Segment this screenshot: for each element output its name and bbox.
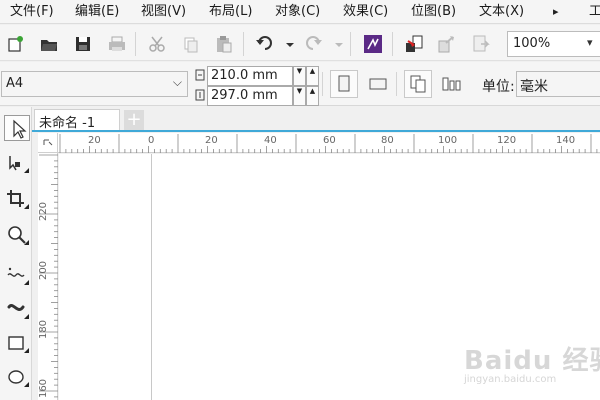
undo-dropdown-icon[interactable] <box>279 33 294 55</box>
toolbar-separator <box>350 32 351 56</box>
menu-layout[interactable]: 布局(L) <box>209 2 252 22</box>
ruler-label: 180 <box>38 319 50 340</box>
watermark-url: jingyan.baidu.com <box>464 374 557 385</box>
page-height-icon <box>195 89 205 101</box>
ruler-label: 100 <box>438 135 458 146</box>
chevron-down-icon[interactable]: ▾ <box>587 36 593 49</box>
propbar-separator <box>322 72 323 96</box>
rectangle-tool-icon[interactable] <box>4 331 30 357</box>
units-label: 单位: <box>482 79 515 95</box>
new-document-icon[interactable] <box>4 33 26 55</box>
menu-text[interactable]: 文本(X) <box>479 2 524 22</box>
toolbar-separator <box>243 32 244 56</box>
menu-bitmaps[interactable]: 位图(B) <box>411 2 456 22</box>
ruler-label: 140 <box>556 135 576 146</box>
menu-view[interactable]: 视图(V) <box>141 2 186 22</box>
export-icon[interactable] <box>436 33 458 55</box>
ruler-label: 20 <box>205 135 218 146</box>
current-page-button[interactable] <box>438 70 466 98</box>
toolbox <box>0 107 32 400</box>
crop-tool-icon[interactable] <box>4 187 30 213</box>
menu-edit[interactable]: 编辑(E) <box>75 2 119 22</box>
menu-effects[interactable]: 效果(C) <box>343 2 388 22</box>
paste-icon[interactable] <box>213 33 235 55</box>
propbar-separator <box>396 72 397 96</box>
menu-tools-partial[interactable]: 工 <box>589 2 600 22</box>
ruler-label: 120 <box>497 135 517 146</box>
menu-file[interactable]: 文件(F) <box>10 2 54 22</box>
watermark-text: Baidu 经验 <box>464 346 600 376</box>
units-value: 毫米 <box>520 79 548 95</box>
standard-toolbar: 100% ▾ <box>0 25 600 61</box>
cut-icon[interactable] <box>146 33 168 55</box>
all-pages-button[interactable] <box>404 70 432 98</box>
all-pages-icon <box>410 75 426 93</box>
shape-tool-icon[interactable] <box>4 151 30 177</box>
height-spin-up[interactable]: ▲ <box>306 86 319 106</box>
page-size-select[interactable]: A4 ⌵ <box>1 71 188 97</box>
landscape-icon <box>369 78 387 90</box>
open-folder-icon[interactable] <box>38 33 60 55</box>
ruler-label: 60 <box>323 135 336 146</box>
page-height-value: 297.0 mm <box>211 88 278 103</box>
zoom-level-select[interactable]: 100% ▾ <box>507 31 600 57</box>
property-bar: A4 ⌵ 210.0 mm ▼ ▲ 297.0 mm ▼ ▲ 单位: 毫米 <box>0 62 600 106</box>
undo-icon[interactable] <box>254 33 276 55</box>
redo-icon[interactable] <box>302 33 324 55</box>
menu-object[interactable]: 对象(C) <box>275 2 320 22</box>
units-select[interactable]: 毫米 <box>516 71 600 97</box>
chevron-down-icon[interactable]: ⌵ <box>173 75 182 90</box>
landscape-orientation-button[interactable] <box>364 70 392 98</box>
menu-bar: 文件(F) 编辑(E) 视图(V) 布局(L) 对象(C) 效果(C) 位图(B… <box>0 0 600 24</box>
zoom-tool-icon[interactable] <box>4 223 30 249</box>
horizontal-ruler[interactable]: 20 0 20 40 60 80 100 120 140 <box>38 133 600 153</box>
launch-app-icon[interactable] <box>362 33 384 55</box>
toolbar-separator <box>135 32 136 56</box>
print-icon[interactable] <box>106 33 128 55</box>
height-spin-down[interactable]: ▼ <box>293 86 306 106</box>
ruler-label: 160 <box>38 378 50 399</box>
page-width-value: 210.0 mm <box>211 68 278 83</box>
page-width-icon <box>195 69 205 81</box>
page-border <box>151 154 152 400</box>
ruler-label: 0 <box>148 135 155 146</box>
ruler-label: 40 <box>264 135 277 146</box>
width-spin-down[interactable]: ▼ <box>293 66 306 86</box>
portrait-orientation-button[interactable] <box>330 70 358 98</box>
coreldraw-window: 文件(F) 编辑(E) 视图(V) 布局(L) 对象(C) 效果(C) 位图(B… <box>0 0 600 400</box>
save-icon[interactable] <box>72 33 94 55</box>
publish-pdf-icon[interactable] <box>470 33 492 55</box>
add-document-icon[interactable]: + <box>124 110 144 130</box>
zoom-level-value: 100% <box>513 36 551 51</box>
ruler-label: 80 <box>381 135 394 146</box>
toolbar-separator <box>392 32 393 56</box>
document-tab-bar: 未命名 -1 + <box>32 107 600 131</box>
pick-tool-icon[interactable] <box>4 115 30 141</box>
width-spin-up[interactable]: ▲ <box>306 66 319 86</box>
current-page-icon <box>442 77 461 91</box>
ruler-label: 20 <box>88 135 101 146</box>
page-width-field[interactable]: 210.0 mm <box>207 66 293 86</box>
ruler-label: 200 <box>38 260 50 281</box>
redo-dropdown-icon[interactable] <box>328 33 343 55</box>
copy-icon[interactable] <box>180 33 202 55</box>
portrait-icon <box>338 75 350 92</box>
ruler-origin-icon <box>43 139 53 146</box>
baidu-watermark: Baidu 经验 jingyan.baidu.com <box>450 340 600 390</box>
tab-underline <box>32 130 600 132</box>
import-icon[interactable] <box>403 33 425 55</box>
document-tab[interactable]: 未命名 -1 <box>34 109 120 131</box>
ruler-label: 220 <box>38 201 50 222</box>
page-size-value: A4 <box>6 76 24 91</box>
freehand-tool-icon[interactable] <box>4 263 30 289</box>
ellipse-tool-icon[interactable] <box>4 365 30 391</box>
page-height-field[interactable]: 297.0 mm <box>207 86 293 106</box>
artistic-media-tool-icon[interactable] <box>4 297 30 323</box>
vertical-ruler[interactable]: 220 200 180 160 <box>38 133 58 400</box>
ruler-origin-corner[interactable] <box>38 133 58 153</box>
document-tab-label: 未命名 -1 <box>39 116 96 131</box>
menu-overflow-icon[interactable]: ▸ <box>553 2 559 22</box>
